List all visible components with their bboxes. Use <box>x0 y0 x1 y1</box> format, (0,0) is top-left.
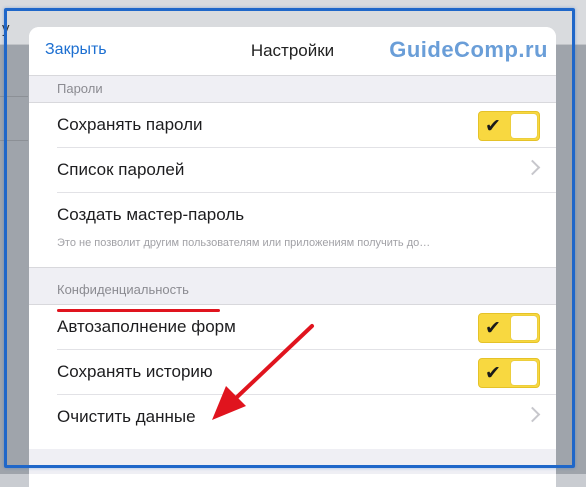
screenshot-frame <box>4 8 575 468</box>
